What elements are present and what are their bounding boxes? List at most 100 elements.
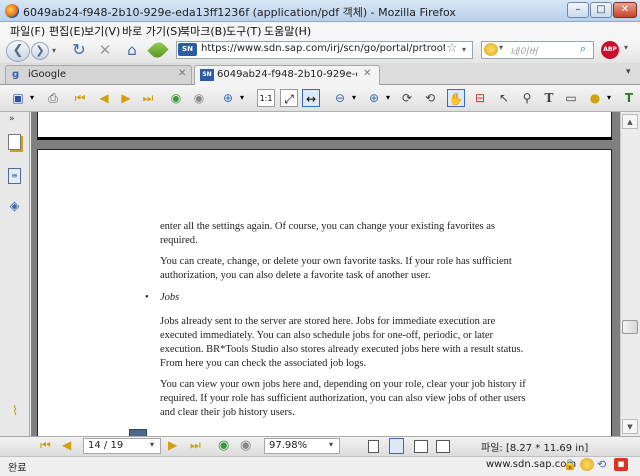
tab-pdf[interactable]: SN 6049ab24-f948-2b10-929e-eda... ✕ <box>194 65 380 85</box>
layers-panel-icon[interactable]: ◈ <box>7 200 22 214</box>
bookmarks-panel-icon[interactable]: ≡ <box>8 168 21 184</box>
back-icon[interactable]: ❮ <box>6 40 30 62</box>
forward-icon[interactable]: ❯ <box>31 42 49 60</box>
page-dropdown-icon[interactable]: ▾ <box>150 440 154 449</box>
scroll-down-icon[interactable]: ▼ <box>622 419 638 434</box>
menu-view[interactable]: 보기(V) <box>84 23 120 39</box>
menu-go[interactable]: 바로 가기(S) <box>122 23 182 39</box>
search-input[interactable]: 네이버 <box>510 43 538 58</box>
rotate-counterclockwise-icon[interactable]: ⟲ <box>421 89 439 107</box>
search-engine-icon[interactable] <box>484 43 498 56</box>
next-page-icon[interactable]: ▶ <box>168 438 177 452</box>
zoom-out-icon[interactable]: ⊖ <box>331 89 349 107</box>
vertical-scrollbar[interactable] <box>620 112 640 436</box>
tab-close-icon[interactable]: ✕ <box>363 68 371 79</box>
last-page-icon[interactable]: ⏭ <box>139 89 157 107</box>
next-page-icon[interactable]: ▶ <box>117 89 135 107</box>
maximize-button[interactable]: □ <box>590 2 612 18</box>
tab-list-icon[interactable]: ▾ <box>626 67 631 77</box>
section-heading: Jobs <box>160 292 180 303</box>
first-page-icon[interactable]: ⏮ <box>40 438 51 453</box>
rotate-icon[interactable]: ⟳ <box>398 89 416 107</box>
menu-tools[interactable]: 도구(T) <box>226 23 262 39</box>
snapshot-tool-icon[interactable]: ⊟ <box>471 89 489 107</box>
note-marker-icon[interactable] <box>129 429 147 436</box>
go-forward-view-icon[interactable]: ◉ <box>240 438 251 453</box>
scroll-up-icon[interactable]: ▲ <box>622 114 638 129</box>
zoom-in-icon[interactable]: ⊕ <box>365 89 383 107</box>
history-dropdown-icon[interactable]: ▾ <box>52 42 62 60</box>
search-engine-dropdown-icon[interactable]: ▾ <box>499 43 503 52</box>
go-back-view-icon[interactable]: ◉ <box>218 438 229 453</box>
menu-bookmarks[interactable]: 북마크(B) <box>180 23 227 39</box>
text-select-icon[interactable]: T <box>540 89 558 107</box>
fit-page-icon[interactable]: ⤢ <box>280 89 298 107</box>
bookmark-star-icon[interactable]: ☆ <box>446 40 460 58</box>
save-dropdown-icon[interactable]: ▾ <box>27 89 37 107</box>
zoom-select[interactable]: 97.98% ▾ <box>264 438 340 454</box>
sync-icon[interactable]: ⟲ <box>597 458 606 471</box>
select-tool-icon[interactable]: ↖ <box>495 89 513 107</box>
addon-dropdown-icon[interactable]: ▾ <box>624 43 628 52</box>
zoom-value[interactable]: 97.98% <box>269 440 307 451</box>
pages-panel-icon[interactable] <box>8 134 21 150</box>
image-select-icon[interactable]: ▭ <box>562 89 580 107</box>
zoom-out-dropdown-icon[interactable]: ▾ <box>349 89 359 107</box>
zoom-dropdown-icon[interactable]: ▾ <box>329 440 333 449</box>
reload-icon[interactable]: ↻ <box>70 40 88 60</box>
paragraph: You can create, change, or delete your o… <box>160 256 512 281</box>
hand-tool-icon[interactable]: ✋ <box>447 89 465 107</box>
comment-dropdown-icon[interactable]: ▾ <box>604 89 614 107</box>
window-title: 6049ab24-f948-2b10-929e-eda13ff1236f (ap… <box>23 6 456 19</box>
menu-file[interactable]: 파일(F) <box>10 23 45 39</box>
search-engine-status-icon[interactable] <box>580 458 594 471</box>
search-go-icon[interactable]: ⌕ <box>580 42 586 56</box>
save-icon[interactable]: ▣ <box>9 89 27 107</box>
menu-edit[interactable]: 편집(E) <box>49 23 85 39</box>
document-viewport[interactable]: enter all the settings again. Of course,… <box>31 112 620 436</box>
fit-width-icon[interactable]: ↔ <box>302 89 320 107</box>
url-dropdown-icon[interactable]: ▾ <box>462 42 472 58</box>
lock-icon[interactable]: 🔒 <box>563 458 577 471</box>
zoom-tool-icon[interactable]: ⊕ <box>219 89 237 107</box>
addon-status-icon[interactable]: ■ <box>614 458 628 471</box>
url-input[interactable]: https://www.sdn.sap.com/irj/scn/go/porta… <box>201 43 445 54</box>
zoom-dropdown-icon[interactable]: ▾ <box>237 89 247 107</box>
page-size-label: 파일: [8.27 * 11.69 in] <box>481 443 589 454</box>
typewriter-icon[interactable]: T <box>620 89 638 107</box>
panel-collapse-icon[interactable]: » <box>9 114 15 124</box>
tab-close-icon[interactable]: ✕ <box>178 68 186 79</box>
minimize-button[interactable]: – <box>567 2 589 18</box>
status-text: 완료 <box>8 463 27 474</box>
menu-help[interactable]: 도움말(H) <box>264 23 311 39</box>
print-icon[interactable]: ⎙ <box>44 89 62 107</box>
google-favicon-icon: g <box>12 69 20 80</box>
continuous-facing-view-icon[interactable] <box>436 440 450 453</box>
previous-page-icon[interactable]: ◀ <box>62 438 71 452</box>
page-number-box[interactable]: 14 / 19 ▾ <box>83 438 161 454</box>
stop-icon[interactable]: ✕ <box>96 40 114 60</box>
comment-icon[interactable]: ● <box>586 89 604 107</box>
continuous-view-icon[interactable] <box>389 438 404 454</box>
go-forward-view-icon[interactable]: ◉ <box>190 89 208 107</box>
previous-page-icon[interactable]: ◀ <box>95 89 113 107</box>
find-icon[interactable]: ⚲ <box>518 89 536 107</box>
zoom-in-dropdown-icon[interactable]: ▾ <box>383 89 393 107</box>
single-page-view-icon[interactable] <box>368 440 379 453</box>
paragraph: enter all the settings again. Of course,… <box>160 221 496 246</box>
adblock-icon[interactable]: ABP <box>601 41 619 59</box>
tab-igoogle[interactable]: g iGoogle ✕ <box>5 65 192 84</box>
facing-view-icon[interactable] <box>414 440 428 453</box>
home-icon[interactable]: ⌂ <box>122 40 142 60</box>
actual-size-icon[interactable]: 1:1 <box>257 89 275 107</box>
first-page-icon[interactable]: ⏮ <box>71 89 89 107</box>
go-back-view-icon[interactable]: ◉ <box>167 89 185 107</box>
scroll-thumb[interactable] <box>622 320 638 334</box>
close-button[interactable]: ✕ <box>613 2 637 18</box>
tab-label: iGoogle <box>28 69 67 80</box>
sap-favicon-icon: SN <box>200 69 214 81</box>
page-indicator[interactable]: 14 / 19 <box>88 440 123 451</box>
attachments-icon[interactable]: ⌇ <box>8 404 22 420</box>
tab-label: 6049ab24-f948-2b10-929e-eda... <box>217 69 357 80</box>
last-page-icon[interactable]: ⏭ <box>190 438 201 453</box>
